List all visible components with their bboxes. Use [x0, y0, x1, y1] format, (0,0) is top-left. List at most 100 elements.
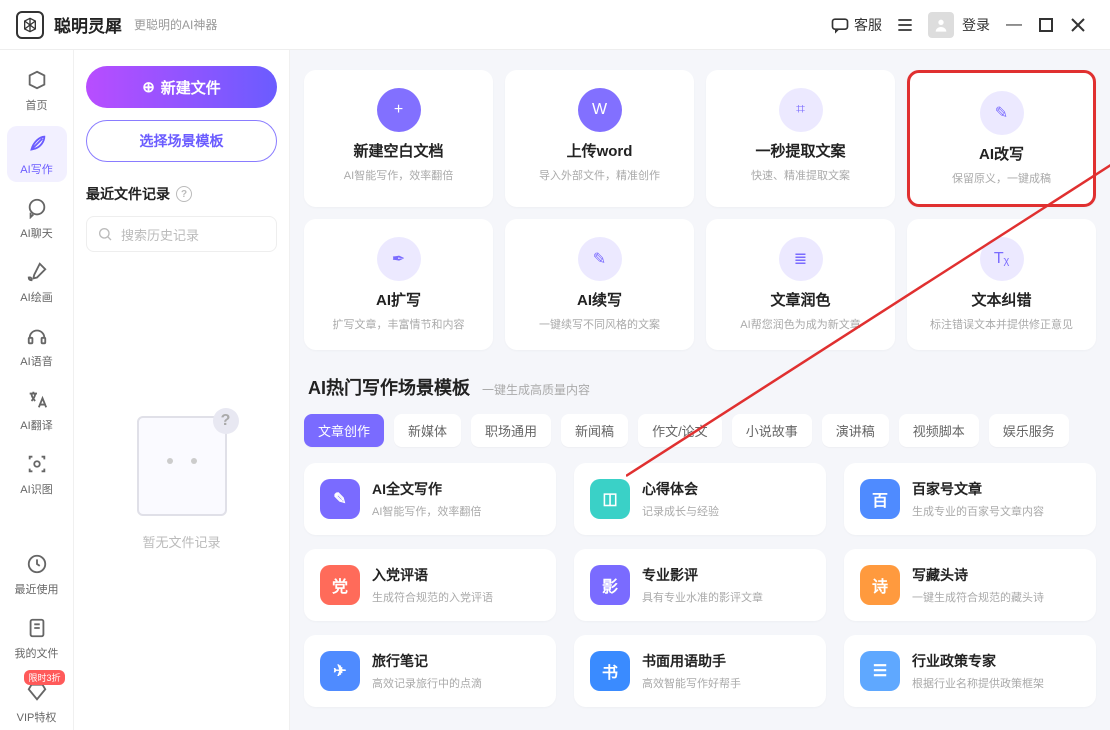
card-title: AI改写: [979, 143, 1024, 164]
correct-icon: Tᵪ: [980, 237, 1024, 281]
template-icon: ◫: [590, 479, 630, 519]
feature-card-rewrite[interactable]: ✎ AI改写 保留原义，一键成稿: [907, 70, 1096, 207]
nav-write[interactable]: AI写作: [7, 126, 67, 182]
new-file-button[interactable]: ⊕ 新建文件: [86, 66, 277, 108]
polish-icon: ≣: [779, 237, 823, 281]
card-desc: 标注错误文本并提供修正意见: [930, 316, 1073, 332]
tab-2[interactable]: 职场通用: [471, 414, 551, 447]
chat-bubble-icon: [24, 195, 50, 221]
tab-8[interactable]: 娱乐服务: [989, 414, 1069, 447]
help-icon[interactable]: ?: [176, 186, 192, 202]
maximize-button[interactable]: [1030, 9, 1062, 41]
nav-ocr[interactable]: AI识图: [7, 446, 67, 502]
support-button[interactable]: 客服: [822, 11, 890, 39]
tab-1[interactable]: 新媒体: [394, 414, 461, 447]
feature-card-polish[interactable]: ≣ 文章润色 AI帮您润色为成为新文章: [706, 219, 895, 350]
new-doc-icon: +: [377, 88, 421, 132]
login-button[interactable]: 登录: [920, 8, 998, 42]
template-item-4[interactable]: 影 专业影评 具有专业水准的影评文章: [574, 549, 826, 621]
tab-5[interactable]: 小说故事: [732, 414, 812, 447]
template-desc: 记录成长与经验: [642, 503, 719, 519]
template-item-3[interactable]: 党 入党评语 生成符合规范的入党评语: [304, 549, 556, 621]
nav-home[interactable]: 首页: [7, 62, 67, 118]
tab-0[interactable]: 文章创作: [304, 414, 384, 447]
main-area: + 新建空白文档 AI智能写作，效率翻倍 W 上传word 导入外部文件，精准创…: [290, 50, 1110, 730]
nav-rail: 首页 AI写作 AI聊天 AI绘画 AI语音 AI翻译 AI识图 最: [0, 50, 74, 730]
template-item-7[interactable]: 书 书面用语助手 高效智能写作好帮手: [574, 635, 826, 707]
feature-card-expand[interactable]: ✒ AI扩写 扩写文章，丰富情节和内容: [304, 219, 493, 350]
template-desc: 高效智能写作好帮手: [642, 675, 741, 691]
template-icon: 党: [320, 565, 360, 605]
card-title: 一秒提取文案: [755, 140, 845, 161]
continue-icon: ✎: [578, 237, 622, 281]
template-icon: ✎: [320, 479, 360, 519]
card-title: AI扩写: [376, 289, 421, 310]
template-item-8[interactable]: ☰ 行业政策专家 根据行业名称提供政策框架: [844, 635, 1096, 707]
card-title: AI续写: [577, 289, 622, 310]
scan-icon: [24, 451, 50, 477]
titlebar: 聪明灵犀 更聪明的AI神器 客服 登录 —: [0, 0, 1110, 50]
templates-header: AI热门写作场景模板 一键生成高质量内容: [308, 374, 1096, 400]
chat-icon: [830, 15, 850, 35]
nav-translate[interactable]: AI翻译: [7, 382, 67, 438]
template-title: AI全文写作: [372, 479, 481, 499]
card-desc: AI帮您润色为成为新文章: [740, 316, 860, 332]
template-item-6[interactable]: ✈ 旅行笔记 高效记录旅行中的点滴: [304, 635, 556, 707]
close-button[interactable]: [1062, 9, 1094, 41]
template-item-0[interactable]: ✎ AI全文写作 AI智能写作，效率翻倍: [304, 463, 556, 535]
clock-icon: [24, 551, 50, 577]
minimize-button[interactable]: —: [998, 9, 1030, 41]
template-item-5[interactable]: 诗 写藏头诗 一键生成符合规范的藏头诗: [844, 549, 1096, 621]
file-icon: [24, 615, 50, 641]
nav-chat[interactable]: AI聊天: [7, 190, 67, 246]
template-desc: 根据行业名称提供政策框架: [912, 675, 1044, 691]
feature-card-continue[interactable]: ✎ AI续写 一键续写不同风格的文案: [505, 219, 694, 350]
plus-icon: ⊕: [142, 78, 155, 96]
template-desc: 具有专业水准的影评文章: [642, 589, 763, 605]
upload-word-icon: W: [578, 88, 622, 132]
feature-card-new-doc[interactable]: + 新建空白文档 AI智能写作，效率翻倍: [304, 70, 493, 207]
translate-icon: [24, 387, 50, 413]
brush-icon: [24, 259, 50, 285]
expand-icon: ✒: [377, 237, 421, 281]
feature-card-extract[interactable]: ⌗ 一秒提取文案 快速、精准提取文案: [706, 70, 895, 207]
template-icon: 影: [590, 565, 630, 605]
tab-3[interactable]: 新闻稿: [561, 414, 628, 447]
template-item-2[interactable]: 百 百家号文章 生成专业的百家号文章内容: [844, 463, 1096, 535]
template-tabs: 文章创作新媒体职场通用新闻稿作文/论文小说故事演讲稿视频脚本娱乐服务: [304, 414, 1096, 447]
nav-voice[interactable]: AI语音: [7, 318, 67, 374]
nav-myfiles[interactable]: 我的文件: [7, 610, 67, 666]
template-desc: 生成专业的百家号文章内容: [912, 503, 1044, 519]
template-icon: ☰: [860, 651, 900, 691]
rewrite-icon: ✎: [980, 91, 1024, 135]
template-desc: 生成符合规范的入党评语: [372, 589, 493, 605]
extract-icon: ⌗: [779, 88, 823, 132]
nav-recent[interactable]: 最近使用: [7, 546, 67, 602]
tab-4[interactable]: 作文/论文: [638, 414, 722, 447]
template-title: 百家号文章: [912, 479, 1044, 499]
template-desc: 一键生成符合规范的藏头诗: [912, 589, 1044, 605]
feather-icon: [24, 131, 50, 157]
card-desc: 扩写文章，丰富情节和内容: [333, 316, 465, 332]
nav-vip[interactable]: VIP特权: [7, 674, 67, 730]
diamond-icon: [24, 679, 50, 705]
feature-grid: + 新建空白文档 AI智能写作，效率翻倍 W 上传word 导入外部文件，精准创…: [304, 70, 1096, 350]
tab-7[interactable]: 视频脚本: [899, 414, 979, 447]
template-icon: 诗: [860, 565, 900, 605]
feature-card-upload-word[interactable]: W 上传word 导入外部文件，精准创作: [505, 70, 694, 207]
nav-draw[interactable]: AI绘画: [7, 254, 67, 310]
card-title: 新建空白文档: [353, 140, 443, 161]
template-item-1[interactable]: ◫ 心得体会 记录成长与经验: [574, 463, 826, 535]
card-title: 文本纠错: [971, 289, 1031, 310]
recent-header: 最近文件记录 ?: [86, 184, 277, 204]
menu-icon[interactable]: [894, 14, 916, 36]
headphones-icon: [24, 323, 50, 349]
feature-card-correct[interactable]: Tᵪ 文本纠错 标注错误文本并提供修正意见: [907, 219, 1096, 350]
tab-6[interactable]: 演讲稿: [822, 414, 889, 447]
template-title: 书面用语助手: [642, 651, 741, 671]
template-icon: 书: [590, 651, 630, 691]
search-input[interactable]: 搜索历史记录: [86, 216, 277, 252]
search-placeholder: 搜索历史记录: [121, 225, 199, 244]
choose-template-button[interactable]: 选择场景模板: [86, 120, 277, 162]
template-title: 入党评语: [372, 565, 493, 585]
